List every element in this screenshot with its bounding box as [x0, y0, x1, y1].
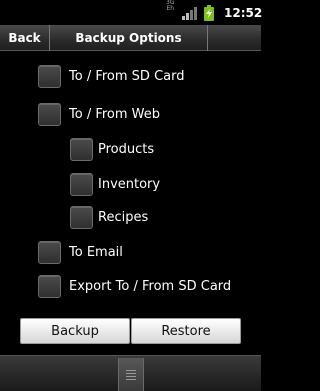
network-type-indicator: 3G Eh	[166, 0, 174, 25]
status-time: 12:52	[224, 5, 263, 20]
page-title: Backup Options	[50, 25, 208, 51]
checkbox-products[interactable]	[70, 137, 93, 161]
option-label-export-sd-card: Export To / From SD Card	[69, 278, 232, 294]
checkbox-web[interactable]	[38, 102, 61, 126]
option-export-sd-card[interactable]: Export To / From SD Card	[38, 273, 231, 299]
option-label-products: Products	[98, 141, 155, 157]
checkbox-sd-card[interactable]	[38, 64, 61, 88]
checkbox-inventory[interactable]	[70, 172, 93, 196]
option-sd-card[interactable]: To / From SD Card	[38, 63, 184, 89]
battery-charging-icon	[204, 0, 214, 25]
option-label-web: To / From Web	[69, 106, 161, 122]
backup-button[interactable]: Backup	[20, 318, 130, 344]
option-products[interactable]: Products	[70, 136, 154, 162]
option-recipes[interactable]: Recipes	[70, 204, 148, 230]
status-bar: 3G Eh 12:52	[0, 0, 263, 25]
signal-strength-icon	[182, 0, 198, 25]
checkbox-recipes[interactable]	[70, 205, 93, 229]
network-type-bottom: Eh	[166, 5, 175, 12]
restore-button[interactable]: Restore	[131, 318, 241, 344]
option-label-sd-card: To / From SD Card	[69, 68, 185, 84]
option-label-inventory: Inventory	[98, 176, 161, 192]
option-web[interactable]: To / From Web	[38, 101, 160, 127]
checkbox-export-sd-card[interactable]	[38, 274, 61, 298]
option-label-email: To Email	[69, 244, 123, 260]
title-bar: Back Backup Options	[0, 25, 261, 51]
option-email[interactable]: To Email	[38, 239, 123, 265]
option-label-recipes: Recipes	[98, 209, 149, 225]
screen: 3G Eh 12:52 Back Backup Options To / Fro…	[0, 0, 263, 391]
menu-handle-icon[interactable]	[118, 358, 144, 391]
checkbox-email[interactable]	[38, 240, 61, 264]
option-inventory[interactable]: Inventory	[70, 171, 160, 197]
back-button[interactable]: Back	[0, 25, 50, 51]
